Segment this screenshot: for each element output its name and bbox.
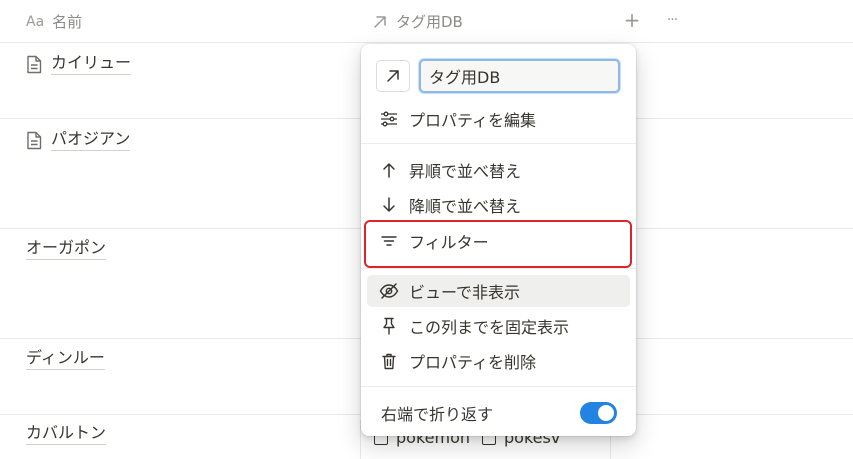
property-type-icon-button[interactable] xyxy=(376,60,410,92)
row-title-label: ディンルー xyxy=(26,348,105,370)
table-header: Aa 名前 タグ用DB + ··· xyxy=(0,0,853,43)
row-title-cell[interactable]: オーガポン xyxy=(26,238,107,260)
sort-descending-menu-item[interactable]: 降順で並べ替え xyxy=(367,189,630,221)
row-title-label: パオジアン xyxy=(51,129,131,151)
property-name-input[interactable] xyxy=(419,59,620,93)
text-property-icon: Aa xyxy=(26,13,45,30)
hide-in-view-label: ビューで非表示 xyxy=(409,283,521,302)
sort-ascending-menu-item[interactable]: 昇順で並べ替え xyxy=(367,154,630,186)
column-header-tag[interactable]: タグ用DB xyxy=(372,11,463,32)
row-title-label: カバルトン xyxy=(26,423,107,445)
delete-property-menu-item[interactable]: プロパティを削除 xyxy=(367,345,630,377)
filter-lines-icon xyxy=(379,231,399,251)
wrap-text-toggle[interactable] xyxy=(580,402,617,424)
page-document-icon xyxy=(26,55,42,74)
property-menu: プロパティを編集 昇順で並べ替え 降順で並べ替え フィルター xyxy=(361,44,636,436)
arrow-up-icon xyxy=(379,160,399,180)
column-header-name[interactable]: Aa 名前 xyxy=(26,11,82,32)
delete-property-label: プロパティを削除 xyxy=(409,353,537,372)
column-header-name-label: 名前 xyxy=(52,13,83,31)
page-document-icon xyxy=(26,131,42,150)
row-title-label: オーガポン xyxy=(26,238,107,260)
freeze-column-menu-item[interactable]: この列までを固定表示 xyxy=(367,310,630,342)
trash-icon xyxy=(379,351,399,371)
row-title-cell[interactable]: カバルトン xyxy=(26,423,107,445)
more-options-button[interactable]: ··· xyxy=(660,9,684,31)
toggle-knob xyxy=(598,405,614,421)
eye-off-icon xyxy=(379,281,399,301)
row-title-cell[interactable]: カイリュー xyxy=(26,53,132,75)
row-title-label: カイリュー xyxy=(51,53,132,75)
sliders-icon xyxy=(379,109,399,129)
wrap-text-label: 右端で折り返す xyxy=(381,405,494,424)
row-title-cell[interactable]: パオジアン xyxy=(26,129,131,151)
freeze-column-label: この列までを固定表示 xyxy=(409,318,570,337)
arrow-up-right-icon xyxy=(387,70,399,82)
sort-descending-label: 降順で並べ替え xyxy=(409,197,522,216)
menu-divider xyxy=(361,268,636,269)
sort-ascending-label: 昇順で並べ替え xyxy=(409,162,522,181)
edit-property-menu-item[interactable]: プロパティを編集 xyxy=(367,103,630,135)
arrow-down-icon xyxy=(379,195,399,215)
filter-menu-item[interactable]: フィルター xyxy=(367,225,630,257)
menu-divider xyxy=(361,143,636,144)
row-title-cell[interactable]: ディンルー xyxy=(26,348,105,370)
pin-icon xyxy=(379,316,399,336)
property-name-row xyxy=(376,59,620,93)
menu-divider xyxy=(361,386,636,387)
column-header-tag-label: タグ用DB xyxy=(396,13,463,31)
filter-label: フィルター xyxy=(409,233,489,252)
hide-in-view-menu-item[interactable]: ビューで非表示 xyxy=(367,275,630,307)
edit-property-label: プロパティを編集 xyxy=(409,111,537,130)
add-column-button[interactable]: + xyxy=(622,9,642,31)
relation-arrow-icon xyxy=(374,15,386,28)
